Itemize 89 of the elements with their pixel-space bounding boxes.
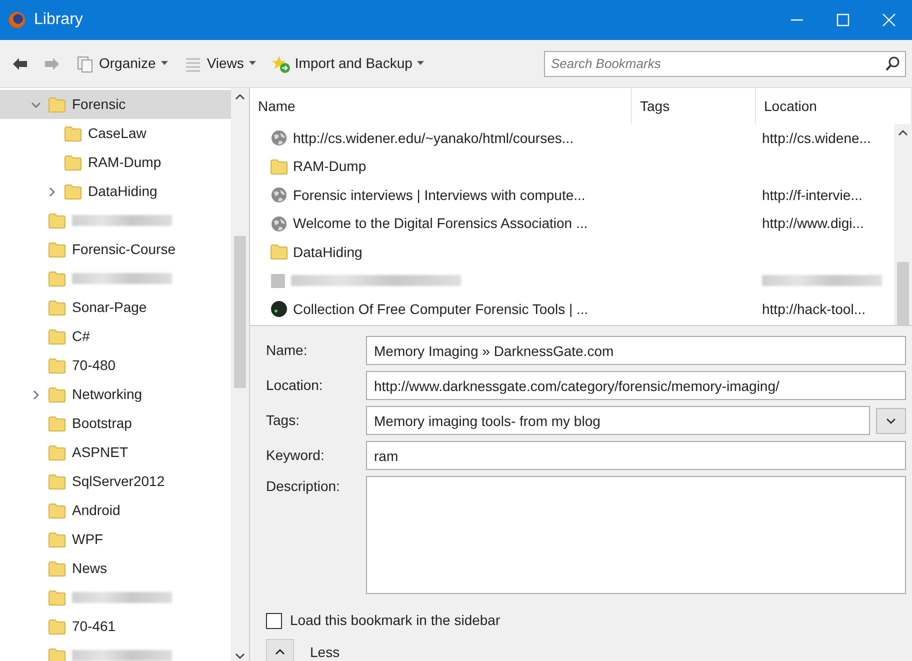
tree-item[interactable]: RAM-Dump	[0, 148, 231, 177]
menu-button[interactable]: Organize	[72, 51, 172, 76]
input-field[interactable]: ram	[366, 441, 906, 470]
blurred-icon	[270, 272, 286, 289]
globe-icon	[270, 214, 288, 233]
checkbox[interactable]	[266, 612, 282, 628]
field-label: Name:	[266, 341, 308, 360]
folder-icon	[48, 560, 66, 576]
less-label[interactable]: Less	[310, 642, 340, 661]
folder-icon	[48, 532, 66, 548]
tree-item[interactable]: C#	[0, 322, 231, 351]
scrollbar[interactable]	[231, 88, 249, 661]
folder-icon	[48, 300, 66, 316]
dropdown-caret-icon	[160, 61, 168, 66]
scrollbar-thumb[interactable]	[897, 262, 909, 325]
folder-icon	[48, 328, 66, 344]
folder-icon	[48, 270, 66, 286]
maximize-icon	[834, 11, 852, 29]
tree-item[interactable]: 70-461	[0, 612, 231, 641]
collapse-button[interactable]	[266, 639, 294, 661]
folder-icon	[270, 158, 288, 175]
folder-icon	[48, 590, 66, 606]
tree-item[interactable]: WPF	[0, 525, 231, 554]
tree-item[interactable]: Android	[0, 496, 231, 525]
minimize-icon	[791, 19, 803, 21]
folder-icon	[48, 474, 66, 490]
bookmark-name[interactable]: Welcome to the Digital Forensics Association ...	[293, 213, 588, 234]
folder-icon	[48, 358, 66, 374]
tree-item[interactable]: ASPNET	[0, 438, 231, 467]
input-field[interactable]: Memory Imaging » DarknessGate.com	[366, 336, 906, 365]
field-label: Description:	[266, 477, 341, 496]
folder-icon	[48, 212, 66, 228]
column-header[interactable]: Tags	[632, 88, 756, 124]
folder-icon	[48, 648, 66, 661]
star-arrow-icon	[272, 54, 290, 72]
app-logo-icon	[8, 11, 26, 29]
search-icon	[885, 56, 901, 72]
tree-item[interactable]: Forensic	[0, 90, 231, 119]
folder-icon	[64, 154, 82, 170]
field-label: Keyword:	[266, 446, 326, 465]
bookmark-location: http://www.digi...	[762, 215, 864, 232]
scrollbar[interactable]	[894, 124, 912, 325]
tree-item[interactable]: Forensic-Course	[0, 235, 231, 264]
folder-icon	[48, 618, 66, 634]
field-label: Tags:	[266, 411, 300, 430]
folder-icon	[64, 184, 82, 200]
bookmark-name[interactable]: http://cs.widener.edu/~yanako/html/courses...	[293, 128, 574, 149]
close-icon	[880, 11, 898, 29]
scrollbar-thumb[interactable]	[234, 236, 246, 388]
checkbox-label: Load this bookmark in the sidebar	[290, 611, 500, 630]
input-field[interactable]: http://www.darknessgate.com/category/forensic/memory-imaging/	[366, 371, 906, 400]
bookmark-name[interactable]: Forensic interviews | Interviews with compute...	[293, 184, 586, 206]
tree-item[interactable]: News	[0, 554, 231, 583]
bookmark-name[interactable]: Collection Of Free Computer Forensic Tools | ...	[293, 298, 588, 320]
dropdown-button[interactable]	[876, 408, 906, 434]
bookmark-name[interactable]: DataHiding	[293, 242, 362, 263]
bookmark-location: http://hack-tool...	[762, 300, 866, 317]
folder-icon	[48, 386, 66, 402]
window-title: Library	[34, 10, 83, 30]
field-label: Location:	[266, 376, 324, 395]
bookmark-name[interactable]: RAM-Dump	[293, 156, 366, 178]
menu-button[interactable]: Views	[180, 51, 260, 76]
menu-button[interactable]: Import and Backup	[268, 51, 428, 76]
column-header[interactable]: Name	[250, 88, 632, 124]
pages-icon	[76, 54, 94, 72]
globe-icon	[270, 186, 288, 204]
folder-icon	[270, 244, 288, 260]
folder-icon	[48, 416, 66, 432]
folder-icon	[48, 96, 66, 112]
tree-item[interactable]: Networking	[0, 380, 231, 409]
folder-icon	[48, 444, 66, 460]
globe-icon	[270, 129, 288, 148]
search-field[interactable]: Search Bookmarks	[544, 50, 906, 76]
bookmark-location: http://f-intervie...	[762, 186, 862, 203]
folder-icon	[64, 126, 82, 142]
dark-circle-icon	[270, 300, 288, 318]
tree-item[interactable]: CaseLaw	[0, 119, 231, 148]
tree-item[interactable]: SqlServer2012	[0, 467, 231, 496]
description-field[interactable]	[366, 476, 906, 594]
dropdown-caret-icon	[417, 61, 424, 66]
folder-icon	[48, 502, 66, 518]
dropdown-caret-icon	[248, 61, 256, 66]
input-field[interactable]: Memory imaging tools- from my blog	[366, 406, 870, 435]
tree-item[interactable]: Bootstrap	[0, 409, 231, 438]
bookmark-location: http://cs.widene...	[762, 130, 871, 146]
tree-item[interactable]: DataHiding	[0, 177, 231, 206]
tree-item[interactable]: Sonar-Page	[0, 293, 231, 322]
folder-icon	[48, 242, 66, 258]
tree-item[interactable]: 70-480	[0, 351, 231, 380]
